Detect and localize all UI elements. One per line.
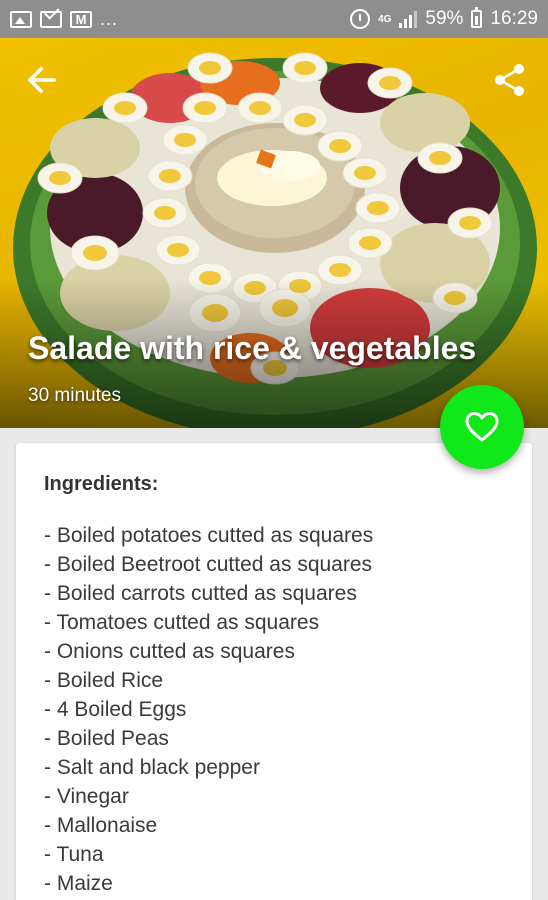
ingredient-item: - Maize bbox=[44, 872, 113, 895]
ingredient-item: - Tomatoes cutted as squares bbox=[44, 611, 320, 634]
ingredient-item: - Boiled Peas bbox=[44, 727, 169, 750]
battery-percent: 59% bbox=[425, 8, 464, 29]
ingredients-list: - Boiled potatoes cutted as squares - Bo… bbox=[44, 521, 504, 898]
arrow-left-icon bbox=[27, 66, 56, 94]
ingredient-item: - 4 Boiled Eggs bbox=[44, 698, 187, 721]
ingredient-item: - Salt and black pepper bbox=[44, 756, 260, 779]
share-button[interactable] bbox=[490, 60, 530, 100]
ingredient-item: - Onions cutted as squares bbox=[44, 640, 295, 663]
network-type: 4G bbox=[378, 13, 392, 25]
mail-icon bbox=[40, 10, 62, 28]
recipe-time: 30 minutes bbox=[28, 385, 121, 406]
image-icon bbox=[10, 10, 32, 28]
ingredient-item: - Tuna bbox=[44, 843, 104, 866]
ingredient-item: - Boiled Beetroot cutted as squares bbox=[44, 553, 373, 576]
share-icon bbox=[495, 64, 524, 96]
ingredient-item: - Boiled Rice bbox=[44, 669, 164, 692]
status-system: 4G 59% 16:29 bbox=[350, 7, 538, 30]
recipe-title: Salade with rice & vegetables bbox=[28, 330, 477, 366]
status-notifications: M ... bbox=[10, 9, 118, 30]
gmail-icon: M bbox=[70, 10, 92, 28]
ingredient-item: - Boiled carrots cutted as squares bbox=[44, 582, 357, 605]
status-bar: M ... 4G 59% 16:29 bbox=[0, 0, 548, 38]
clock: 16:29 bbox=[490, 8, 538, 29]
favorite-button[interactable] bbox=[440, 385, 524, 469]
recipe-hero: Salade with rice & vegetables 30 minutes bbox=[0, 38, 548, 428]
ingredient-item: - Vinegar bbox=[44, 785, 129, 808]
ingredient-item: - Boiled potatoes cutted as squares bbox=[44, 524, 374, 547]
more-notifications: ... bbox=[100, 8, 119, 29]
back-button[interactable] bbox=[22, 60, 62, 100]
ingredient-item: - Mallonaise bbox=[44, 814, 158, 837]
battery-icon bbox=[471, 7, 483, 28]
heart-outline-icon bbox=[465, 412, 499, 442]
ingredients-title: Ingredients: bbox=[44, 473, 159, 495]
signal-icon bbox=[399, 10, 418, 28]
ingredients-card: Ingredients: - Boiled potatoes cutted as… bbox=[16, 443, 532, 900]
alarm-icon bbox=[350, 9, 371, 29]
